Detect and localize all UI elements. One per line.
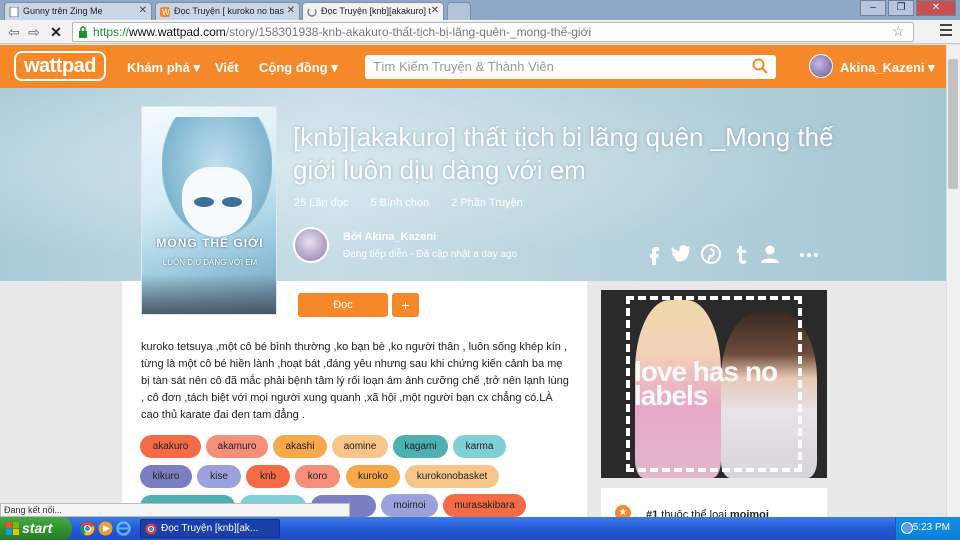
loading-spinner-icon <box>307 7 317 17</box>
tag-karma[interactable]: karma <box>453 435 506 458</box>
chrome-quicklaunch-icon[interactable] <box>80 521 95 536</box>
tag-kagami[interactable]: kagami <box>393 435 448 458</box>
user-menu[interactable]: Akina_Kazeni ▾ <box>840 60 935 76</box>
chrome-icon <box>145 523 157 535</box>
close-tab-icon[interactable]: ✕ <box>139 5 147 16</box>
tag-moimoi[interactable]: moimoi <box>381 494 438 517</box>
cover-title: MONG THẾ GIỚI <box>156 236 264 250</box>
wattpad-favicon-icon: W <box>160 7 170 17</box>
facebook-icon[interactable] <box>643 243 665 265</box>
browser-toolbar: ⇦ ⇨ ✕ https://www.wattpad.com/story/1583… <box>0 20 960 44</box>
search-input[interactable]: Tìm Kiếm Truyện & Thành Viên <box>365 55 776 79</box>
new-tab-button[interactable] <box>447 2 471 20</box>
url-path: /story/158301938-knb-akakuro-thất-tịch-b… <box>225 25 592 39</box>
maximize-icon[interactable]: ❐ <box>888 0 914 16</box>
search-icon[interactable] <box>752 58 768 74</box>
back-arrow-icon[interactable]: ⇦ <box>6 24 22 40</box>
tag-kurokonobasket[interactable]: kurokonobasket <box>405 465 499 488</box>
tab-label: Gunny trên Zing Me <box>23 6 103 16</box>
browser-tab-active[interactable]: Đọc Truyện [knb][akakuro] t ✕ <box>302 2 444 20</box>
story-status: Đang tiếp diễn - Đã cập nhật a day ago <box>343 249 518 260</box>
more-options-icon[interactable] <box>798 243 820 265</box>
add-to-library-button[interactable]: + <box>392 293 419 317</box>
tag-akamuro[interactable]: akamuro <box>206 435 268 458</box>
svg-text:W: W <box>162 8 170 17</box>
tumblr-icon[interactable] <box>730 243 752 265</box>
scrollbar-thumb[interactable] <box>948 59 958 189</box>
browser-tab-kuroko[interactable]: W Đọc Truyện [ kuroko no bas ✕ <box>155 2 300 20</box>
start-button[interactable]: start <box>0 517 72 540</box>
sidebar-advertisement[interactable]: love has no labels <box>601 290 827 478</box>
tag-kuroko[interactable]: kuroko <box>346 465 400 488</box>
taskbar-window-label: Đọc Truyện [knb][ak... <box>161 523 259 534</box>
tray-network-icon[interactable] <box>901 522 913 534</box>
close-tab-icon[interactable]: ✕ <box>431 5 439 16</box>
tag-akakuro[interactable]: akakuro <box>140 435 201 458</box>
author-name[interactable]: Bởi Akina_Kazeni <box>343 231 436 243</box>
start-label: start <box>22 520 53 536</box>
nav-discover[interactable]: Khám phá ▾ <box>127 60 200 76</box>
tag-koro[interactable]: koro <box>295 465 340 488</box>
user-avatar[interactable] <box>809 54 833 78</box>
tag-kikuro[interactable]: kikuro <box>140 465 192 488</box>
stop-loading-icon[interactable]: ✕ <box>48 24 64 40</box>
forward-arrow-icon[interactable]: ⇨ <box>26 24 42 40</box>
internet-explorer-icon[interactable] <box>116 521 131 536</box>
user-follow-icon[interactable] <box>759 243 781 265</box>
tab-label: Đọc Truyện [knb][akakuro] t <box>321 6 432 16</box>
nav-community[interactable]: Cộng đồng ▾ <box>259 60 338 76</box>
bookmark-star-icon[interactable]: ☆ <box>892 23 905 40</box>
windows-flag-icon <box>6 522 19 535</box>
close-tab-icon[interactable]: ✕ <box>287 5 295 16</box>
cover-subtitle: LUÔN DỊU DÀNG VỚI EM <box>162 258 258 267</box>
media-player-icon[interactable] <box>98 521 113 536</box>
clock: 5:23 PM <box>912 522 950 533</box>
browser-tab-strip: Gunny trên Zing Me ✕ W Đọc Truyện [ kuro… <box>0 0 960 20</box>
browser-tab-gunny[interactable]: Gunny trên Zing Me ✕ <box>4 2 152 20</box>
twitter-icon[interactable] <box>671 243 693 265</box>
url-host: www.wattpad.com <box>129 25 226 39</box>
story-stats: 25 Lần đọc 5 Bình chọn 2 Phần Truyện <box>294 197 523 209</box>
chrome-menu-icon[interactable] <box>940 24 952 38</box>
story-title: [knb][akakuro] thất tịch bị lãng quên _M… <box>293 122 834 185</box>
address-bar[interactable]: https://www.wattpad.com/story/158301938-… <box>72 22 914 42</box>
page-icon <box>9 7 19 17</box>
tab-label: Đọc Truyện [ kuroko no bas <box>174 6 285 16</box>
story-description: kuroko tetsuya ,một cô bé bình thường ,k… <box>141 341 569 421</box>
screen: Gunny trên Zing Me ✕ W Đọc Truyện [ kuro… <box>0 0 960 540</box>
ad-text: love has no labels <box>634 356 778 411</box>
system-tray: 5:23 PM <box>895 517 960 540</box>
pinterest-icon[interactable] <box>700 243 722 265</box>
votes-count: 5 Bình chọn <box>370 197 430 209</box>
parts-count: 2 Phần Truyện <box>451 197 523 209</box>
story-cover[interactable]: MONG THẾ GIỚI LUÔN DỊU DÀNG VỚI EM <box>141 106 277 315</box>
author-avatar[interactable] <box>293 227 329 263</box>
tag-murasakibara[interactable]: murasakibara <box>443 494 526 517</box>
search-placeholder: Tìm Kiếm Truyện & Thành Viên <box>373 59 554 74</box>
tag-aomine[interactable]: aomine <box>332 435 388 458</box>
window-controls: – ❐ ✕ <box>860 0 956 18</box>
reads-count: 25 Lần đọc <box>294 197 349 209</box>
tag-akashi[interactable]: akashi <box>273 435 327 458</box>
wattpad-logo[interactable]: wattpad <box>14 51 106 81</box>
lock-icon <box>79 26 87 38</box>
nav-write[interactable]: Viết <box>215 60 239 75</box>
url-scheme: https:// <box>93 25 130 39</box>
read-button[interactable]: Đọc <box>298 293 388 317</box>
minimize-icon[interactable]: – <box>860 0 886 16</box>
tag-knb[interactable]: knb <box>246 465 290 488</box>
browser-status-bubble: Đang kết nối... <box>0 503 350 517</box>
tag-kise[interactable]: kise <box>197 465 241 488</box>
taskbar-window-chrome[interactable]: Đọc Truyện [knb][ak... <box>140 519 280 538</box>
close-window-icon[interactable]: ✕ <box>916 0 956 16</box>
